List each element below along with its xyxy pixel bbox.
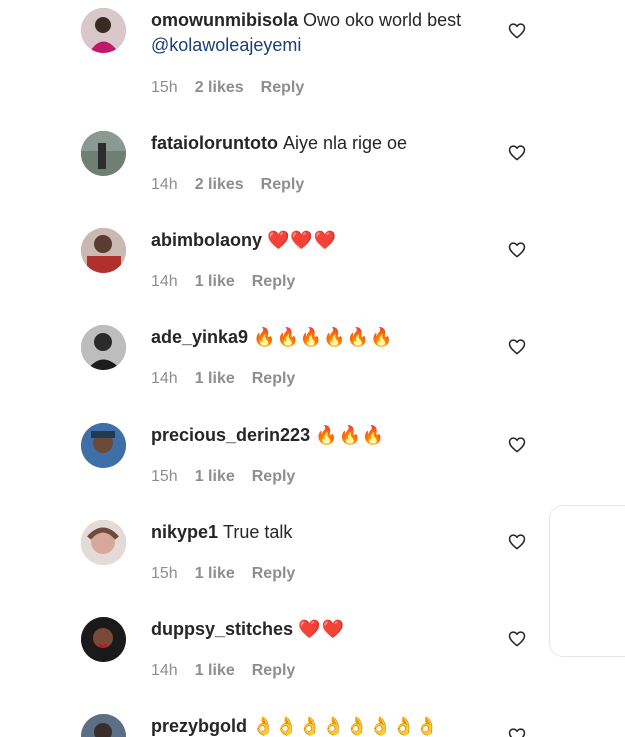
- comment-item: abimbolaony ❤️❤️❤️ 14h 1 like Reply: [0, 228, 625, 325]
- comment-meta: 14h 2 likes Reply: [151, 175, 321, 195]
- heart-outline-icon: [508, 727, 526, 737]
- like-button[interactable]: [506, 335, 528, 357]
- reply-button[interactable]: Reply: [252, 273, 296, 290]
- like-button[interactable]: [506, 530, 528, 552]
- comment-meta: 14h 1 like Reply: [151, 369, 312, 389]
- comment-username[interactable]: precious_derin223: [151, 425, 310, 445]
- comment-username[interactable]: prezybgold: [151, 716, 247, 736]
- avatar[interactable]: [81, 714, 126, 737]
- comment-meta: 15h 2 likes Reply: [151, 78, 321, 98]
- comment-emoji: 👌👌👌👌👌👌👌👌: [252, 716, 440, 736]
- comment-emoji: 🔥🔥🔥: [315, 425, 386, 445]
- overlay-panel-edge: [549, 505, 625, 657]
- comment-username[interactable]: abimbolaony: [151, 230, 262, 250]
- comment-username[interactable]: fataioloruntoto: [151, 133, 278, 153]
- comment-item: duppsy_stitches ❤️❤️ 14h 1 like Reply: [0, 617, 625, 714]
- comment-time: 14h: [151, 370, 178, 387]
- comment-text: fataioloruntoto Aiye nla rige oe: [151, 131, 496, 156]
- comment-username[interactable]: ade_yinka9: [151, 327, 248, 347]
- reply-button[interactable]: Reply: [261, 176, 305, 193]
- reply-button[interactable]: Reply: [252, 468, 296, 485]
- comment-text: duppsy_stitches ❤️❤️: [151, 617, 496, 642]
- comment-text: abimbolaony ❤️❤️❤️: [151, 228, 496, 253]
- heart-outline-icon: [508, 144, 526, 160]
- comment-item: prezybgold 👌👌👌👌👌👌👌👌: [0, 714, 625, 737]
- avatar[interactable]: [81, 325, 126, 370]
- comment-emoji: 🔥🔥🔥🔥🔥🔥: [253, 327, 394, 347]
- comment-time: 14h: [151, 273, 178, 290]
- comment-username[interactable]: duppsy_stitches: [151, 619, 293, 639]
- heart-outline-icon: [508, 533, 526, 549]
- like-button[interactable]: [506, 724, 528, 737]
- reply-button[interactable]: Reply: [252, 565, 296, 582]
- reply-button[interactable]: Reply: [252, 662, 296, 679]
- comment-item: precious_derin223 🔥🔥🔥 15h 1 like Reply: [0, 423, 625, 520]
- comment-mention[interactable]: @kolawoleajeyemi: [151, 35, 301, 55]
- comment-text: ade_yinka9 🔥🔥🔥🔥🔥🔥: [151, 325, 496, 350]
- comment-time: 15h: [151, 79, 178, 96]
- avatar[interactable]: [81, 520, 126, 565]
- comment-meta: 15h 1 like Reply: [151, 467, 312, 487]
- avatar[interactable]: [81, 423, 126, 468]
- comment-item: nikype1 True talk 15h 1 like Reply: [0, 520, 625, 617]
- reply-button[interactable]: Reply: [252, 370, 296, 387]
- comment-text: prezybgold 👌👌👌👌👌👌👌👌: [151, 714, 496, 737]
- comment-body: Owo oko world best: [303, 10, 462, 30]
- comment-likes[interactable]: 2 likes: [195, 79, 244, 96]
- comment-emoji: ❤️❤️: [298, 619, 345, 639]
- comment-time: 14h: [151, 662, 178, 679]
- avatar[interactable]: [81, 8, 126, 53]
- like-button[interactable]: [506, 238, 528, 260]
- comment-likes[interactable]: 1 like: [195, 370, 235, 387]
- heart-outline-icon: [508, 22, 526, 38]
- comment-likes[interactable]: 2 likes: [195, 176, 244, 193]
- comment-item: omowunmibisola Owo oko world best @kolawo…: [0, 8, 625, 105]
- avatar[interactable]: [81, 228, 126, 273]
- comment-body: True talk: [223, 522, 293, 542]
- comment-time: 15h: [151, 468, 178, 485]
- comment-likes[interactable]: 1 like: [195, 662, 235, 679]
- like-button[interactable]: [506, 627, 528, 649]
- heart-outline-icon: [508, 338, 526, 354]
- comment-emoji: ❤️❤️❤️: [267, 230, 338, 250]
- comment-time: 15h: [151, 565, 178, 582]
- avatar[interactable]: [81, 617, 126, 662]
- comment-likes[interactable]: 1 like: [195, 273, 235, 290]
- comment-text: precious_derin223 🔥🔥🔥: [151, 423, 496, 448]
- reply-button[interactable]: Reply: [261, 79, 305, 96]
- heart-outline-icon: [508, 630, 526, 646]
- comment-time: 14h: [151, 176, 178, 193]
- comment-item: fataioloruntoto Aiye nla rige oe 14h 2 lik…: [0, 131, 625, 228]
- comment-likes[interactable]: 1 like: [195, 565, 235, 582]
- comment-meta: 15h 1 like Reply: [151, 564, 312, 584]
- comment-item: ade_yinka9 🔥🔥🔥🔥🔥🔥 14h 1 like Reply: [0, 325, 625, 422]
- heart-outline-icon: [508, 241, 526, 257]
- comment-likes[interactable]: 1 like: [195, 468, 235, 485]
- comment-username[interactable]: omowunmibisola: [151, 10, 298, 30]
- avatar[interactable]: [81, 131, 126, 176]
- comment-meta: 14h 1 like Reply: [151, 272, 312, 292]
- comment-body: Aiye nla rige oe: [282, 133, 408, 153]
- like-button[interactable]: [506, 141, 528, 163]
- comment-meta: 14h 1 like Reply: [151, 661, 312, 681]
- heart-outline-icon: [508, 436, 526, 452]
- like-button[interactable]: [506, 19, 528, 41]
- comment-text: nikype1 True talk: [151, 520, 496, 545]
- comment-username[interactable]: nikype1: [151, 522, 218, 542]
- comment-text: omowunmibisola Owo oko world best @kolawo…: [151, 8, 496, 58]
- like-button[interactable]: [506, 433, 528, 455]
